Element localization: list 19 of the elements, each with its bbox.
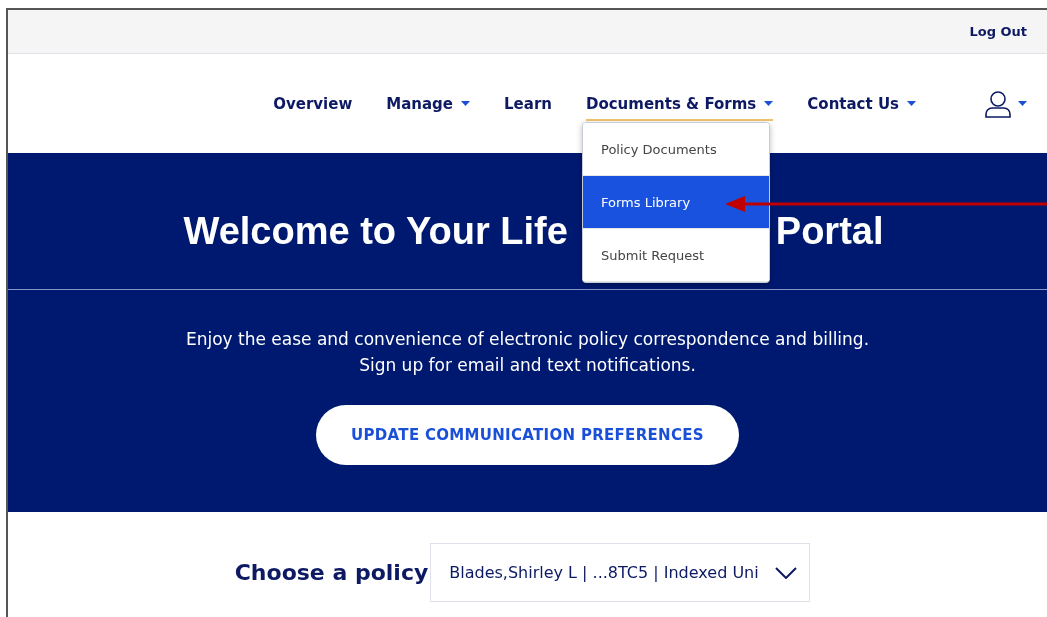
caret-icon [1018, 101, 1027, 106]
policy-select[interactable]: Blades,Shirley L | ...8TC5 | Indexed Uni [430, 543, 811, 602]
menu-item[interactable]: Submit Request [583, 229, 769, 282]
nav-item[interactable]: Learn [504, 86, 552, 121]
menu-item[interactable]: Policy Documents [583, 123, 769, 176]
menu-item[interactable]: Forms Library [583, 176, 769, 229]
logout-link[interactable]: Log Out [969, 24, 1027, 39]
banner-title: Portal [775, 209, 884, 253]
user-icon[interactable] [984, 89, 1012, 118]
nav-item[interactable]: Overview [273, 86, 353, 121]
banner-text: Sign up for email and text notifications. [359, 354, 696, 377]
banner-title: Welcome to Your Life [183, 209, 568, 253]
nav-item[interactable]: Manage [386, 86, 471, 121]
nav-item[interactable]: Contact Us [807, 86, 916, 121]
update-preferences-button[interactable]: UPDATE COMMUNICATION PREFERENCES [316, 405, 739, 465]
banner-text: Enjoy the ease and convenience of electronic policy correspondence and billing. [185, 328, 870, 351]
chevron-down-icon [775, 566, 798, 579]
policy-label: Choose a policy [234, 560, 429, 585]
nav-item[interactable]: Documents & Forms [585, 86, 774, 121]
